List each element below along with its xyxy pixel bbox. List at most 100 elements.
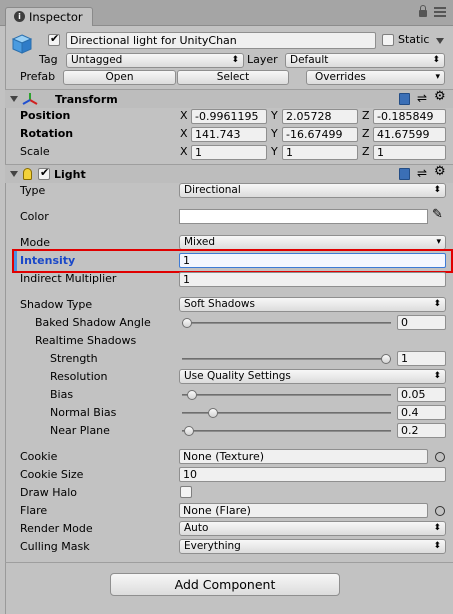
rotation-y-field[interactable]: -16.67499 <box>282 127 358 142</box>
scale-z-field[interactable]: 1 <box>373 145 446 160</box>
strength-track[interactable] <box>182 358 391 360</box>
focus-indicator <box>14 251 17 271</box>
bias-slider-handle[interactable] <box>186 390 197 400</box>
baked-shadow-angle-label: Baked Shadow Angle <box>35 316 151 329</box>
eyedropper-icon[interactable]: ✎ <box>432 208 443 222</box>
resolution-label: Resolution <box>50 370 108 383</box>
prefab-label: Prefab <box>20 70 56 83</box>
help-book-icon[interactable] <box>399 168 410 180</box>
color-swatch[interactable] <box>179 209 428 224</box>
static-dropdown-arrow-icon[interactable] <box>436 38 444 44</box>
tag-value: Untagged <box>71 54 123 66</box>
cookie-size-field[interactable]: 10 <box>179 467 446 482</box>
light-foldout-icon[interactable] <box>10 171 18 177</box>
scale-z-label: Z <box>362 145 370 158</box>
static-checkbox[interactable] <box>382 34 394 46</box>
baked-shadow-angle-slider-handle[interactable] <box>182 318 192 328</box>
intensity-field[interactable]: 1 <box>179 253 446 268</box>
shadow-type-label: Shadow Type <box>20 298 93 311</box>
strength-slider-handle[interactable] <box>381 354 391 364</box>
prefab-overrides-dropdown[interactable]: Overrides ▾ <box>306 70 445 85</box>
render-mode-dropdown[interactable]: Auto ⬍ <box>179 521 446 536</box>
separator <box>5 562 453 563</box>
flare-field[interactable]: None (Flare) <box>179 503 428 518</box>
bias-track[interactable] <box>182 394 391 396</box>
color-label: Color <box>20 210 49 223</box>
culling-mask-label: Culling Mask <box>20 540 90 553</box>
settings-gear-icon[interactable]: ⚙ <box>434 165 446 179</box>
transform-foldout-icon[interactable] <box>10 96 18 102</box>
type-dropdown[interactable]: Directional ⬍ <box>179 183 446 198</box>
scale-x-field[interactable]: 1 <box>191 145 267 160</box>
position-z-field[interactable]: -0.185849 <box>373 109 446 124</box>
settings-gear-icon[interactable]: ⚙ <box>434 90 446 104</box>
draw-halo-checkbox[interactable] <box>180 486 192 498</box>
presets-icon[interactable]: ⇌ <box>417 166 427 180</box>
tag-label: Tag <box>39 53 58 66</box>
add-component-button[interactable]: Add Component <box>110 573 340 596</box>
draw-halo-label: Draw Halo <box>20 486 78 499</box>
position-z-label: Z <box>362 109 370 122</box>
cookie-size-label: Cookie Size <box>20 468 84 481</box>
dropdown-arrows-icon: ⬍ <box>432 55 440 65</box>
normal-bias-field[interactable]: 0.4 <box>397 405 446 420</box>
cookie-label: Cookie <box>20 450 58 463</box>
active-checkbox[interactable]: ✔ <box>48 32 60 46</box>
info-icon: i <box>14 11 25 22</box>
mode-value: Mixed <box>184 236 215 248</box>
object-picker-icon[interactable] <box>435 506 445 516</box>
transform-title: Transform <box>55 93 118 106</box>
scale-y-field[interactable]: 1 <box>282 145 358 160</box>
object-picker-icon[interactable] <box>435 452 445 462</box>
dropdown-arrows-icon: ⬍ <box>433 185 441 195</box>
tab-inspector[interactable]: i Inspector <box>5 7 93 27</box>
dropdown-arrow-icon: ▾ <box>435 72 440 82</box>
scale-y-label: Y <box>271 145 278 158</box>
cookie-field[interactable]: None (Texture) <box>179 449 428 464</box>
near-plane-field[interactable]: 0.2 <box>397 423 446 438</box>
position-x-label: X <box>180 109 188 122</box>
mode-dropdown[interactable]: Mixed ▾ <box>179 235 446 250</box>
mode-label: Mode <box>20 236 50 249</box>
bias-field[interactable]: 0.05 <box>397 387 446 402</box>
near-plane-track[interactable] <box>182 430 391 432</box>
help-book-icon[interactable] <box>399 93 410 105</box>
static-label: Static <box>398 33 430 46</box>
prefab-select-button[interactable]: Select <box>177 70 289 85</box>
rotation-x-field[interactable]: 141.743 <box>191 127 267 142</box>
rotation-x-label: X <box>180 127 188 140</box>
position-label: Position <box>20 109 71 122</box>
light-bulb-icon <box>23 168 32 180</box>
near-plane-slider-handle[interactable] <box>183 426 194 436</box>
prefab-open-button[interactable]: Open <box>63 70 176 85</box>
resolution-dropdown[interactable]: Use Quality Settings ⬍ <box>179 369 446 384</box>
shadow-type-dropdown[interactable]: Soft Shadows ⬍ <box>179 297 446 312</box>
dropdown-arrow-icon: ▾ <box>436 237 441 247</box>
dropdown-arrows-icon: ⬍ <box>433 541 441 551</box>
position-y-field[interactable]: 2.05728 <box>282 109 358 124</box>
scale-x-label: X <box>180 145 188 158</box>
strength-field[interactable]: 1 <box>397 351 446 366</box>
indirect-multiplier-label: Indirect Multiplier <box>20 272 117 285</box>
dropdown-arrows-icon: ⬍ <box>433 523 441 533</box>
presets-icon[interactable]: ⇌ <box>417 91 427 105</box>
position-x-field[interactable]: -0.9961195 <box>191 109 267 124</box>
normal-bias-slider-handle[interactable] <box>207 408 218 418</box>
rotation-z-field[interactable]: 41.67599 <box>373 127 446 142</box>
position-y-label: Y <box>271 109 278 122</box>
lock-icon[interactable] <box>419 10 427 17</box>
indirect-multiplier-field[interactable]: 1 <box>179 272 446 287</box>
culling-mask-dropdown[interactable]: Everything ⬍ <box>179 539 446 554</box>
transform-axes-icon <box>22 93 38 105</box>
light-title: Light <box>54 168 86 181</box>
shadow-type-value: Soft Shadows <box>184 298 255 310</box>
scale-label: Scale <box>20 145 50 158</box>
baked-shadow-angle-field[interactable]: 0 <box>397 315 446 330</box>
layer-dropdown[interactable]: Default ⬍ <box>285 53 445 68</box>
object-name-field[interactable]: Directional light for UnityChan <box>66 32 376 49</box>
baked-shadow-angle-track[interactable] <box>182 322 391 324</box>
type-value: Directional <box>184 184 241 196</box>
light-enabled-checkbox[interactable]: ✔ <box>38 166 50 180</box>
near-plane-label: Near Plane <box>50 424 110 437</box>
tag-dropdown[interactable]: Untagged ⬍ <box>66 53 244 68</box>
